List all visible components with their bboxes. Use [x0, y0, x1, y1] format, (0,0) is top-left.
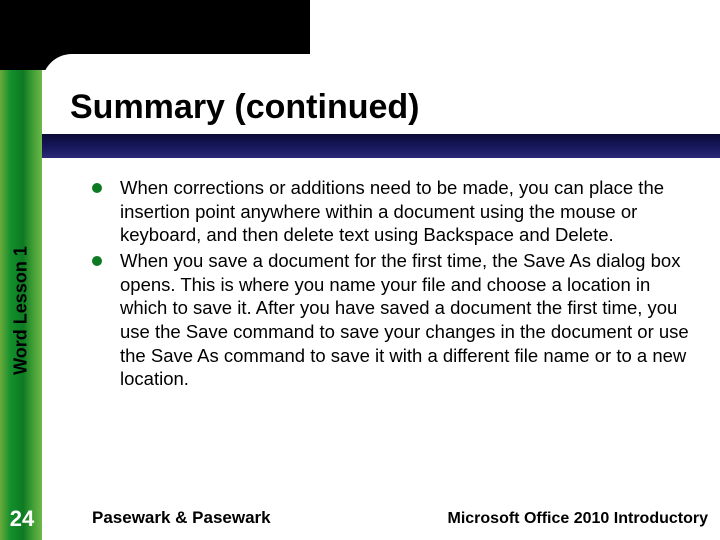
sidebar-label: Word Lesson 1 — [11, 236, 32, 386]
bullet-list: When corrections or additions need to be… — [92, 176, 692, 393]
slide: Summary (continued) Word Lesson 1 When c… — [0, 0, 720, 540]
footer-left: Pasewark & Pasewark — [92, 508, 271, 528]
page-number: 24 — [4, 506, 40, 532]
list-item: When corrections or additions need to be… — [92, 176, 692, 247]
title-underline — [42, 134, 720, 158]
header-curve — [42, 54, 702, 88]
bullet-text: When corrections or additions need to be… — [120, 177, 664, 245]
footer-right: Microsoft Office 2010 Introductory — [448, 510, 709, 528]
list-item: When you save a document for the first t… — [92, 249, 692, 391]
bullet-text: When you save a document for the first t… — [120, 250, 689, 389]
slide-title: Summary (continued) — [70, 88, 419, 127]
